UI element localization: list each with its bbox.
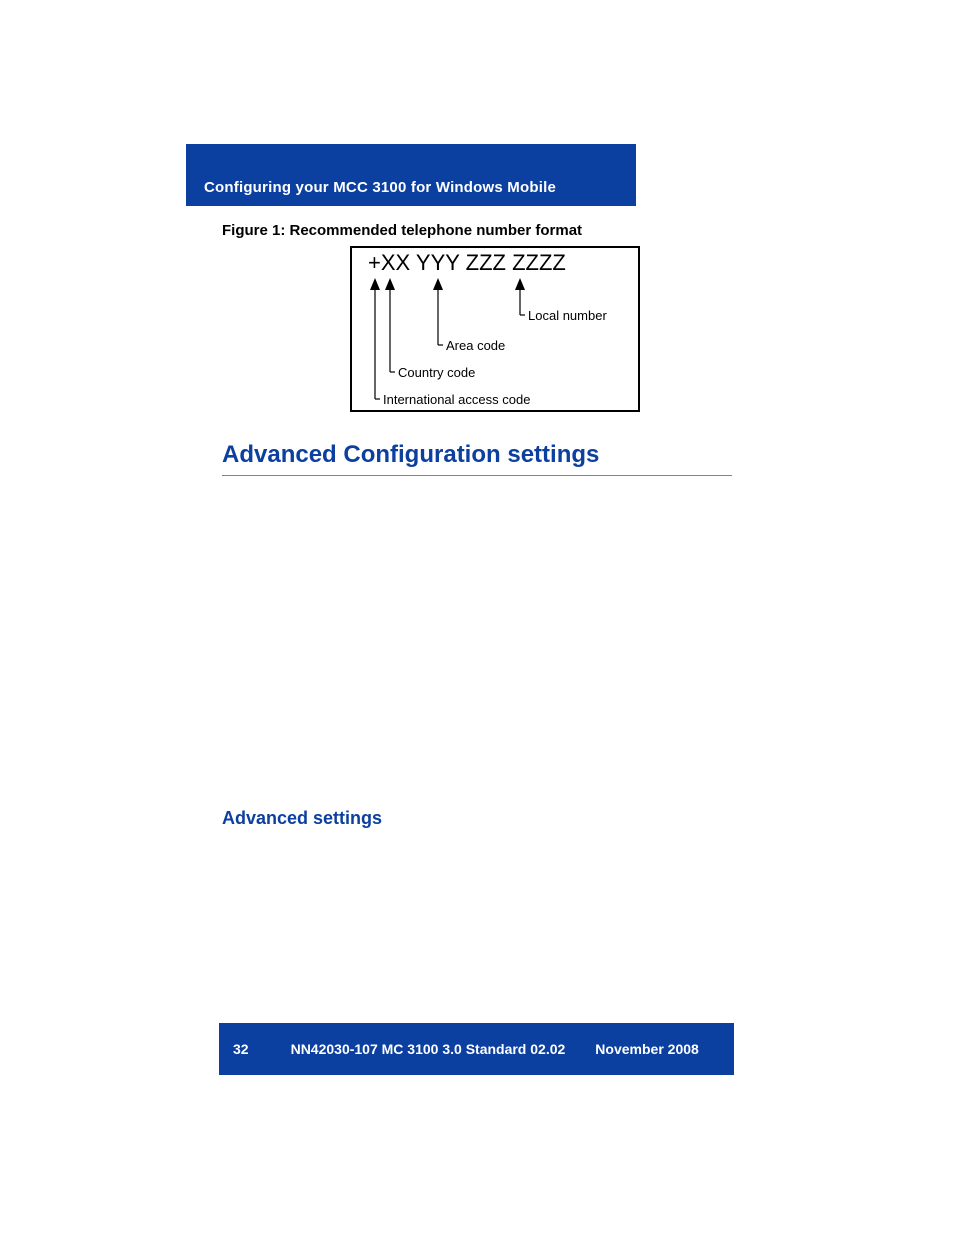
label-intl: International access code [383,392,530,407]
footer-doc-id: NN42030-107 MC 3100 3.0 Standard 02.02 [291,1041,566,1057]
section-subheading: Advanced settings [222,808,382,829]
header-title: Configuring your MCC 3100 for Windows Mo… [204,179,556,196]
format-text: +XX YYY ZZZ ZZZZ [368,250,566,275]
label-area: Area code [446,338,505,353]
figure-caption: Figure 1: Recommended telephone number f… [222,222,582,239]
phone-format-diagram: +XX YYY ZZZ ZZZZ Local number Area code … [350,246,640,412]
footer-date: November 2008 [595,1041,699,1057]
arrowhead-zzzz-icon [515,278,525,290]
label-local: Local number [528,308,607,323]
section-heading: Advanced Configuration settings [222,441,732,476]
arrowhead-xx-icon [385,278,395,290]
document-page: Configuring your MCC 3100 for Windows Mo… [0,0,954,1235]
diagram-svg: +XX YYY ZZZ ZZZZ Local number Area code … [352,248,638,410]
label-country: Country code [398,365,475,380]
arrowhead-plus-icon [370,278,380,290]
footer-bar: 32 NN42030-107 MC 3100 3.0 Standard 02.0… [219,1023,734,1075]
header-bar: Configuring your MCC 3100 for Windows Mo… [186,144,636,206]
footer-page-number: 32 [233,1041,249,1057]
arrowhead-yyy-icon [433,278,443,290]
